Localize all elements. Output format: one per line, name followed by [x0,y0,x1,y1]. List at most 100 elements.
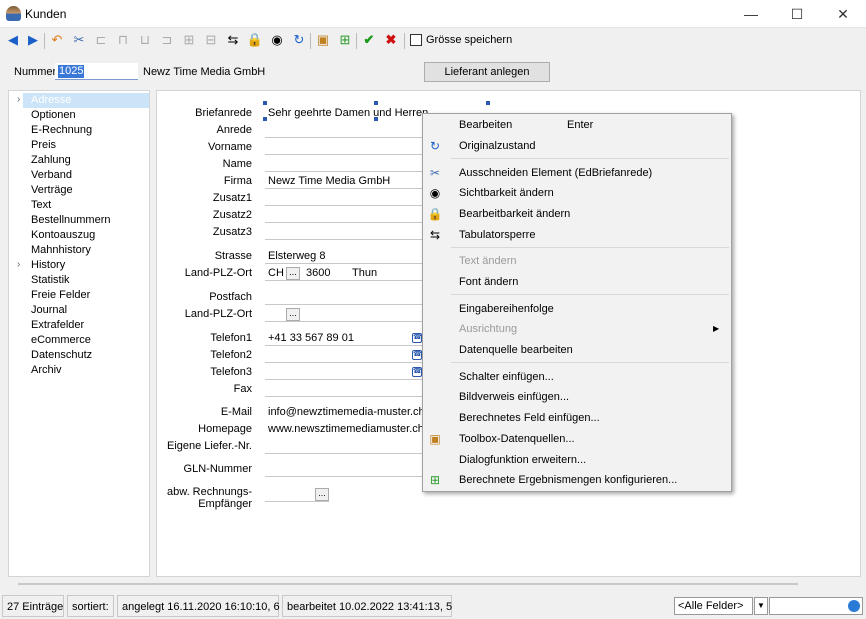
rechnungsempfaenger-lookup-button[interactable]: ... [315,488,329,501]
selection-handle[interactable] [263,117,267,121]
telefon1-field[interactable]: +41 33 567 89 01 [268,332,354,344]
tab-stop-icon[interactable]: ⇆ [224,31,242,49]
chevron-down-icon[interactable]: ▼ [754,597,768,615]
phone-icon[interactable]: ☎ [412,367,422,377]
vorname-field[interactable] [265,154,423,155]
cancel-icon[interactable]: ✖ [382,31,400,49]
menu-item-berechnetes-feld[interactable]: Berechnetes Feld einfügen... [459,410,600,426]
gln-field[interactable] [265,476,423,477]
sidebar-item-freie-felder[interactable]: Freie Felder [31,288,90,303]
sidebar-item-mahnhistory[interactable]: Mahnhistory [31,243,91,258]
land-lookup-button[interactable]: ... [286,308,300,321]
undo-icon[interactable]: ↶ [48,31,66,49]
menu-item-eingabereihenfolge[interactable]: Eingabereihenfolge [459,301,554,317]
telefon2-field[interactable] [265,362,423,363]
menu-item-schalter[interactable]: Schalter einfügen... [459,369,554,385]
name-field[interactable] [265,171,423,172]
menu-item-toolbox[interactable]: Toolbox-Datenquellen... [459,431,575,447]
menu-item-originalzustand[interactable]: Originalzustand [459,138,535,154]
expand-arrow-icon[interactable]: › [17,259,20,270]
briefanrede-field[interactable]: Sehr geehrte Damen und Herren [268,107,428,119]
sidebar-item-verband[interactable]: Verband [31,168,72,183]
land-field[interactable]: CH [268,267,284,279]
menu-item-ausrichtung[interactable]: Ausrichtung [459,321,517,337]
selection-handle[interactable] [374,101,378,105]
fax-field[interactable] [265,396,423,397]
telefon3-field[interactable] [265,379,423,380]
maximize-button[interactable]: ☐ [774,0,820,28]
sidebar-item-journal[interactable]: Journal [31,303,67,318]
sidebar-item-bestellnummern[interactable]: Bestellnummern [31,213,110,228]
menu-item-dialogfunktion[interactable]: Dialogfunktion erweitern... [459,452,586,468]
sidebar-item-history[interactable]: History [31,258,65,273]
selection-handle[interactable] [486,101,490,105]
search-input[interactable] [769,597,863,615]
add-table-icon[interactable]: ⊞ [336,31,354,49]
sidebar-item-statistik[interactable]: Statistik [31,273,70,288]
menu-item-tabulatorsperre[interactable]: Tabulatorsperre [459,227,535,243]
sidebar-item-adresse[interactable]: Adresse [23,93,149,108]
center-h-icon[interactable]: ⊞ [180,31,198,49]
menu-item-ergebnismengen[interactable]: Berechnete Ergebnismengen konfigurieren.… [459,472,677,488]
align-top-icon[interactable]: ⊓ [114,31,132,49]
toolbox-icon[interactable]: ▣ [314,31,332,49]
align-left-icon[interactable]: ⊏ [92,31,110,49]
close-button[interactable]: ✕ [820,0,866,28]
create-supplier-button[interactable]: Lieferant anlegen [424,62,550,82]
check-icon[interactable]: ✔ [360,31,378,49]
horizontal-scrollbar[interactable] [18,583,798,585]
sidebar-item-archiv[interactable]: Archiv [31,363,62,378]
zusatz1-field[interactable] [265,205,423,206]
sidebar-item-e-rechnung[interactable]: E-Rechnung [31,123,92,138]
email-field[interactable]: info@newztimemedia-muster.ch [268,406,425,418]
lieferant-nr-field[interactable] [265,453,423,454]
anrede-field[interactable] [265,137,423,138]
arrow-right-icon[interactable]: ▶ [24,31,42,49]
expand-arrow-icon[interactable]: › [17,94,20,105]
align-right-icon[interactable]: ⊐ [158,31,176,49]
field-filter-select[interactable]: <Alle Felder> [674,597,753,615]
firma-field[interactable]: Newz Time Media GmbH [268,175,390,187]
arrow-left-icon[interactable]: ◀ [4,31,22,49]
sidebar-item-extrafelder[interactable]: Extrafelder [31,318,84,333]
cut-icon[interactable]: ✂ [70,31,88,49]
menu-item-font-aendern[interactable]: Font ändern [459,274,518,290]
sidebar-item-optionen[interactable]: Optionen [31,108,76,123]
zusatz2-field[interactable] [265,222,423,223]
align-bottom-icon[interactable]: ⊔ [136,31,154,49]
save-size-checkbox[interactable] [410,34,422,46]
zusatz3-field[interactable] [265,239,423,240]
menu-item-bildverweis[interactable]: Bildverweis einfügen... [459,389,569,405]
menu-item-datenquelle[interactable]: Datenquelle bearbeiten [459,342,573,358]
original-icon[interactable]: ↻ [290,31,308,49]
sidebar-item-text[interactable]: Text [31,198,51,213]
land-plz-ort2-field[interactable] [265,321,423,322]
sidebar-item-vertraege[interactable]: Verträge [31,183,73,198]
land-lookup-button[interactable]: ... [286,267,300,280]
sidebar-item-zahlung[interactable]: Zahlung [31,153,71,168]
menu-item-sichtbarkeit[interactable]: Sichtbarkeit ändern [459,185,554,201]
eye-icon[interactable]: ◉ [268,31,286,49]
ort-field[interactable]: Thun [352,267,377,279]
menu-item-ausschneiden[interactable]: Ausschneiden Element (EdBriefanrede) [459,165,652,181]
lock-icon[interactable]: 🔒 [246,31,264,49]
menu-item-bearbeiten[interactable]: Bearbeiten Enter [459,117,593,133]
menu-item-text-aendern[interactable]: Text ändern [459,253,516,269]
postfach-field[interactable] [265,304,423,305]
center-v-icon[interactable]: ⊟ [202,31,220,49]
rechnungsempfaenger-field[interactable] [265,501,329,502]
selection-handle[interactable] [374,117,378,121]
sidebar-item-kontoauszug[interactable]: Kontoauszug [31,228,95,243]
menu-item-bearbeitbarkeit[interactable]: Bearbeitbarkeit ändern [459,206,570,222]
plz-field[interactable]: 3600 [306,267,330,279]
phone-icon[interactable]: ☎ [412,333,422,343]
sidebar-item-datenschutz[interactable]: Datenschutz [31,348,92,363]
minimize-button[interactable]: — [728,0,774,28]
strasse-field[interactable]: Elsterweg 8 [268,250,325,262]
sidebar-item-preis[interactable]: Preis [31,138,56,153]
sidebar-item-ecommerce[interactable]: eCommerce [31,333,91,348]
phone-icon[interactable]: ☎ [412,350,422,360]
selection-handle[interactable] [263,101,267,105]
homepage-field[interactable]: www.newsztimemediamuster.ch [268,423,424,435]
search-icon[interactable] [848,600,860,612]
